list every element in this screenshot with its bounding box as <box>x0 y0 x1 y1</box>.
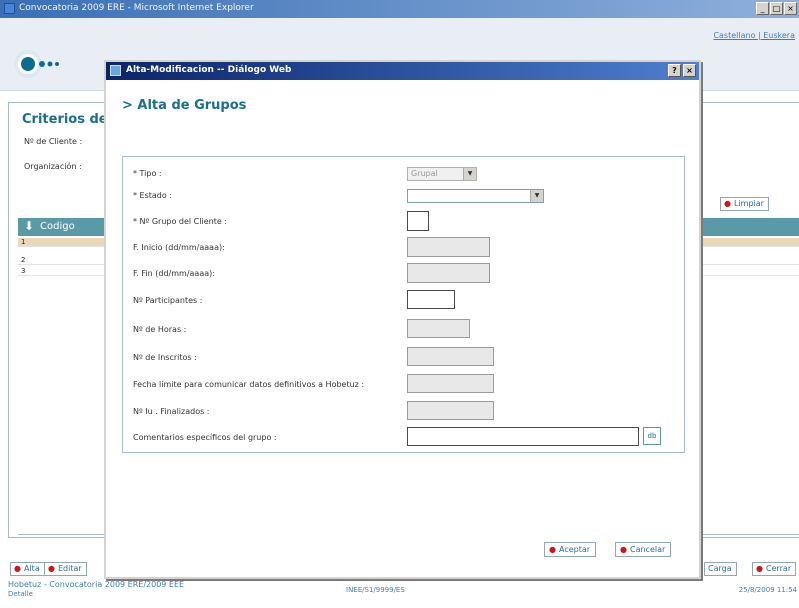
horas-label: Nº de Horas : <box>133 325 187 334</box>
footer-app-name: Hobetuz - Convocatoria 2009 ERE/2009 EEE <box>8 580 185 589</box>
dot-icon: ● <box>620 545 627 554</box>
ie-title-bar: Convocatoria 2009 ERE - Microsoft Intern… <box>0 0 799 18</box>
carga-button[interactable]: Carga <box>704 562 737 576</box>
footer-code: INEE/S1/9999/ES <box>346 586 405 594</box>
finalizados-label: Nº Iu . Finalizados : <box>133 407 210 416</box>
dialog-title-bar[interactable]: Alta-Modificacion -- Diálogo Web ? × <box>106 62 699 80</box>
cerrar-button[interactable]: ● Cerrar <box>752 562 797 576</box>
comentarios-input[interactable] <box>407 427 639 446</box>
footer-date: 25/8/2009 11:54 <box>738 586 797 594</box>
dot-icon: ● <box>48 564 55 573</box>
horas-input[interactable] <box>407 319 470 338</box>
participantes-label: Nº Participantes : <box>133 296 203 305</box>
dot-icon: ● <box>756 564 763 573</box>
estado-select[interactable]: ▼ <box>407 189 544 203</box>
aceptar-button[interactable]: ● Aceptar <box>544 542 597 557</box>
inscritos-label: Nº de Inscritos : <box>133 353 197 362</box>
sort-arrow-icon[interactable]: ⬇ <box>24 219 34 233</box>
dot-icon: ● <box>724 199 731 208</box>
minimize-button[interactable]: _ <box>756 2 769 15</box>
ie-window-title: Convocatoria 2009 ERE - Microsoft Intern… <box>19 3 254 13</box>
dialog-title: Alta-Modificacion -- Diálogo Web <box>126 65 292 75</box>
form-box: * Tipo : Grupal ▼ * Estado : ▼ * Nº Grup… <box>122 156 685 453</box>
dialog-close-button[interactable]: × <box>683 64 696 77</box>
footer-detail: Detalle <box>8 590 33 598</box>
num-grupo-label: * Nº Grupo del Cliente : <box>133 217 227 226</box>
maximize-button[interactable]: □ <box>770 2 783 15</box>
estado-label: * Estado : <box>133 191 173 200</box>
chevron-down-icon: ▼ <box>463 168 476 180</box>
close-button[interactable]: × <box>784 2 797 15</box>
cliente-label: Nº de Cliente : <box>24 137 83 146</box>
tipo-label: * Tipo : <box>133 169 162 178</box>
fecha-inicio-input[interactable] <box>407 237 490 257</box>
criterios-title: Criterios de <box>22 112 108 127</box>
fecha-limite-input[interactable] <box>407 374 494 393</box>
participantes-input[interactable] <box>407 290 455 309</box>
comentarios-edit-button[interactable]: db <box>643 427 661 445</box>
editar-button[interactable]: ● Editar <box>44 562 87 576</box>
ie-icon <box>4 3 15 14</box>
limpiar-button[interactable]: ● Limpiar <box>720 197 769 211</box>
codigo-column-header[interactable]: Codigo <box>40 221 75 232</box>
dialog-heading: > Alta de Grupos <box>122 98 247 113</box>
fecha-fin-label: F. Fin (dd/mm/aaaa): <box>133 269 215 278</box>
ie-window-controls: _ □ × <box>756 2 797 15</box>
language-links[interactable]: Castellano | Euskera <box>713 31 795 40</box>
fecha-inicio-label: F. Inicio (dd/mm/aaaa): <box>133 243 225 252</box>
chevron-down-icon: ▼ <box>530 190 543 202</box>
inscritos-input[interactable] <box>407 347 494 366</box>
hobetuz-logo <box>14 50 59 78</box>
dot-icon: ● <box>14 564 21 573</box>
cancelar-button[interactable]: ● Cancelar <box>615 542 672 557</box>
help-button[interactable]: ? <box>668 64 681 77</box>
organizacion-label: Organización : <box>24 162 82 171</box>
comentarios-label: Comentarios específicos del grupo : <box>133 433 277 442</box>
fecha-fin-input[interactable] <box>407 263 490 283</box>
dialog-icon <box>110 65 121 76</box>
dot-icon: ● <box>549 545 556 554</box>
fecha-limite-label: Fecha límite para comunicar datos defini… <box>133 380 365 389</box>
tipo-select[interactable]: Grupal ▼ <box>407 167 477 181</box>
finalizados-input[interactable] <box>407 401 494 420</box>
num-grupo-input[interactable] <box>407 211 429 231</box>
dialog-controls: ? × <box>668 64 696 77</box>
alta-button[interactable]: ● Alta <box>10 562 45 576</box>
alta-grupos-dialog: Alta-Modificacion -- Diálogo Web ? × > A… <box>104 60 701 579</box>
